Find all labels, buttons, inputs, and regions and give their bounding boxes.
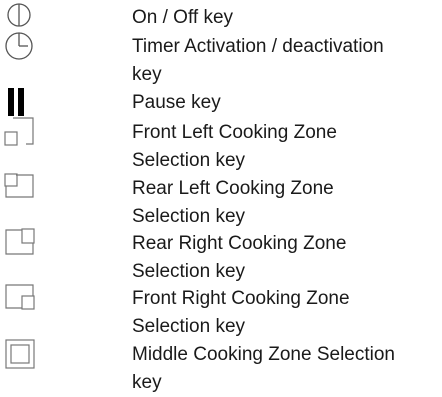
legend-label-rear-left: Rear Left Cooking Zone Selection key	[132, 178, 334, 227]
power-icon	[0, 2, 40, 30]
legend-label-rear-right: Rear Right Cooking Zone Selection key	[132, 233, 347, 282]
legend-label-timer: Timer Activation / deactivation key	[132, 36, 384, 85]
front-right-zone-icon	[0, 280, 40, 314]
rear-left-zone-icon	[0, 170, 40, 202]
timer-icon	[0, 30, 40, 62]
legend-label-front-right: Front Right Cooking Zone Selection key	[132, 288, 350, 337]
legend-label-middle: Middle Cooking Zone Selection key	[132, 344, 395, 393]
front-left-zone-icon	[0, 114, 40, 150]
middle-zone-icon	[0, 336, 40, 372]
rear-right-zone-icon	[0, 224, 40, 258]
legend-label-front-left: Front Left Cooking Zone Selection key	[132, 122, 337, 171]
legend-label-on-off: On / Off key	[132, 7, 234, 28]
legend-label-pause: Pause key	[132, 92, 221, 113]
